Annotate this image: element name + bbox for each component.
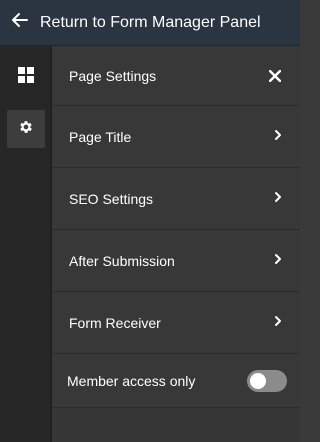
- page-settings-panel: Page Settings Page Title SEO Settings Af…: [52, 46, 300, 442]
- menu-item-label: Page Title: [69, 128, 132, 145]
- dashboard-grid-icon: [18, 66, 34, 88]
- side-rail: [0, 46, 52, 442]
- close-icon[interactable]: [264, 65, 286, 87]
- panel-title: Page Settings: [69, 67, 157, 84]
- return-to-form-manager-link[interactable]: Return to Form Manager Panel: [40, 14, 261, 32]
- toggle-knob: [250, 372, 266, 389]
- top-header: Return to Form Manager Panel: [0, 0, 300, 46]
- chevron-right-icon: [274, 128, 282, 146]
- back-button[interactable]: [0, 0, 40, 46]
- chevron-right-icon: [274, 190, 282, 208]
- dashboard-button[interactable]: [7, 58, 45, 96]
- menu-item-label: SEO Settings: [69, 190, 154, 207]
- member-access-toggle[interactable]: [247, 369, 287, 392]
- menu-item-form-receiver[interactable]: Form Receiver: [52, 292, 300, 354]
- menu-item-label: After Submission: [69, 252, 175, 269]
- panel-header: Page Settings: [52, 46, 300, 106]
- settings-button[interactable]: [7, 110, 45, 148]
- chevron-right-icon: [274, 252, 282, 270]
- menu-item-label: Form Receiver: [69, 314, 161, 331]
- member-access-label: Member access only: [67, 372, 196, 389]
- menu-item-page-title[interactable]: Page Title: [52, 106, 300, 168]
- arrow-left-icon: [11, 11, 29, 34]
- chevron-right-icon: [274, 314, 282, 332]
- menu-item-seo-settings[interactable]: SEO Settings: [52, 168, 300, 230]
- gear-icon: [18, 119, 34, 140]
- member-access-row: Member access only: [52, 354, 300, 408]
- menu-item-after-submission[interactable]: After Submission: [52, 230, 300, 292]
